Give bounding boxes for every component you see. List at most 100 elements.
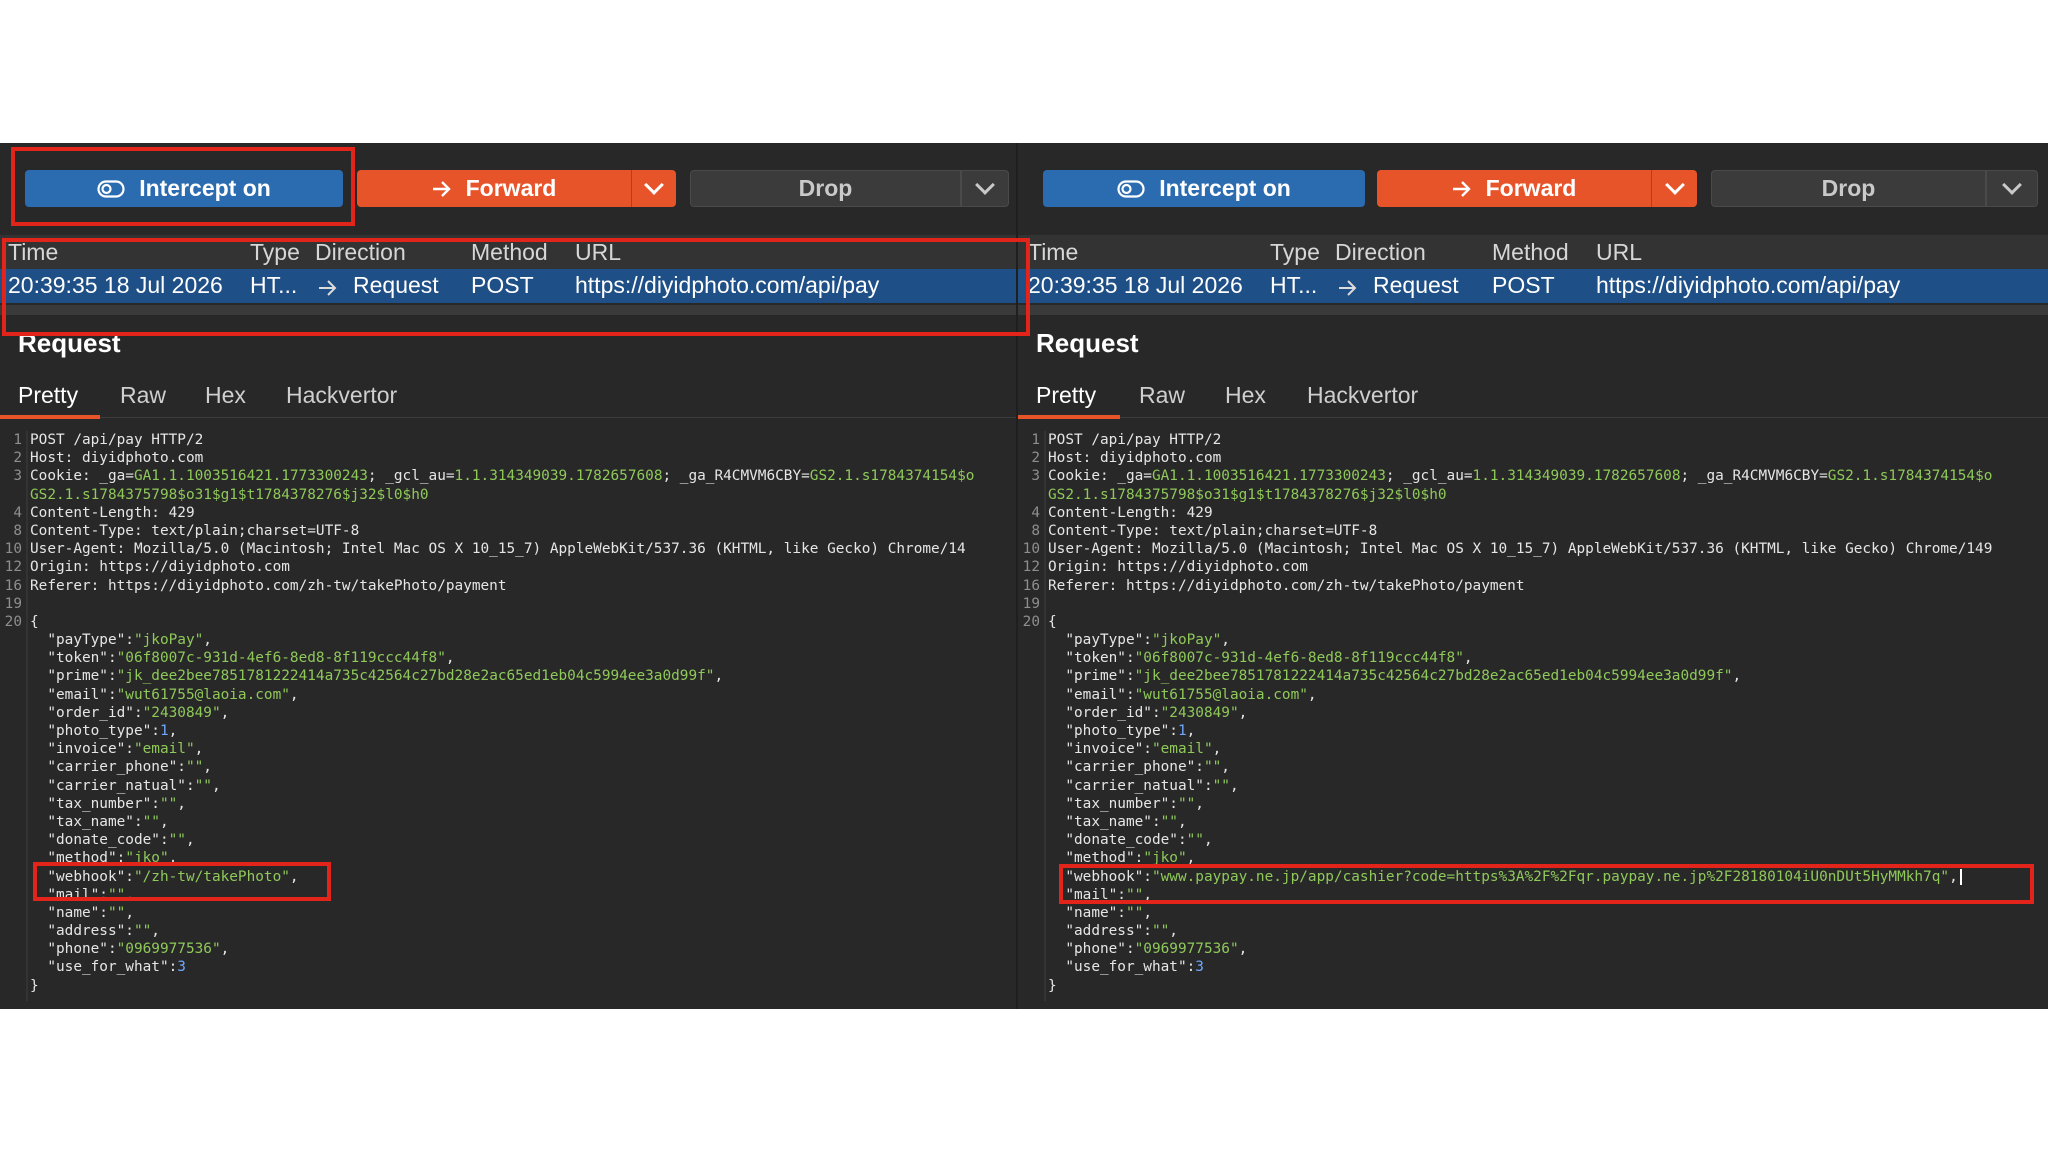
line-content: "phone":"0969977536",	[1048, 940, 1247, 958]
code-line: "token":"06f8007c-931d-4ef6-8ed8-8f119cc…	[1018, 649, 2048, 667]
drop-button[interactable]: Drop	[1711, 170, 1986, 207]
tab-hex[interactable]: Hex	[1225, 382, 1266, 409]
column-header-method[interactable]: Method	[1492, 239, 1569, 266]
code-token: "token":	[1048, 650, 1135, 667]
tab-pretty[interactable]: Pretty	[18, 382, 78, 409]
code-line: "photo_type":1,	[1018, 722, 2048, 740]
code-line: "order_id":"2430849",	[0, 704, 1018, 722]
line-content: "address":"",	[1048, 922, 1178, 940]
code-token: Referer: https://diyidphoto.com/zh-tw/ta…	[1048, 577, 1525, 594]
code-token: ,	[1186, 723, 1196, 739]
code-token: ""	[133, 923, 152, 940]
column-header-url[interactable]: URL	[1596, 239, 1642, 266]
line-number: 4	[1031, 504, 1040, 521]
line-content: Host: diyidphoto.com	[30, 449, 203, 467]
code-line: "invoice":"email",	[1018, 740, 2048, 758]
code-token: GA1.1.1003516421.1773300243	[1151, 468, 1386, 485]
horizontal-scrollbar[interactable]	[1018, 305, 2048, 315]
code-line: "address":"",	[1018, 922, 2048, 940]
code-token: ""	[1125, 904, 1144, 921]
tab-hackvertor[interactable]: Hackvertor	[1307, 382, 1418, 409]
code-line: 12 Origin: https://diyidphoto.com	[0, 558, 1018, 576]
line-content: "name":"",	[30, 904, 134, 922]
code-token: 3	[177, 959, 186, 976]
tab-raw[interactable]: Raw	[1139, 382, 1185, 409]
code-line: "address":"",	[0, 922, 1018, 940]
line-content: "photo_type":1,	[1048, 722, 1195, 740]
code-line: 10 User-Agent: Mozilla/5.0 (Macintosh; In…	[1018, 540, 2048, 558]
forward-label: Forward	[465, 175, 557, 201]
code-line: 4 Content-Length: 429	[0, 504, 1018, 522]
line-content: Content-Type: text/plain;charset=UTF-8	[30, 522, 359, 540]
code-token: Origin: https://diyidphoto.com	[1048, 559, 1308, 576]
tab-hex[interactable]: Hex	[205, 382, 246, 409]
line-content: "carrier_natual":"",	[30, 777, 220, 795]
code-token: "order_id":	[30, 704, 143, 721]
code-line: "use_for_what":3	[1018, 958, 2048, 976]
code-token: "jk_dee2bee7851781222414a735c42564c27bd2…	[1134, 668, 1733, 685]
line-content: POST /api/pay HTTP/2	[30, 431, 203, 449]
tab-raw[interactable]: Raw	[120, 382, 166, 409]
code-line: "tax_name":"",	[0, 813, 1018, 831]
column-header-type[interactable]: Type	[1270, 239, 1320, 266]
line-content: {	[1048, 613, 1057, 631]
code-token: "carrier_natual":	[1048, 777, 1213, 794]
forward-label: Forward	[1485, 175, 1577, 201]
line-number: 8	[1031, 522, 1040, 539]
highlight-intercept-button	[11, 147, 355, 226]
line-content: Content-Length: 429	[1048, 504, 1213, 522]
column-header-time[interactable]: Time	[1028, 239, 1078, 266]
column-header-direction[interactable]: Direction	[1335, 239, 1426, 266]
code-token: POST /api/pay HTTP/2	[1048, 432, 1222, 448]
line-content: "email":"wut61755@laoia.com",	[30, 686, 298, 704]
tab-hackvertor[interactable]: Hackvertor	[286, 382, 397, 409]
code-token: 1.1.314349039.1782657608	[1472, 468, 1681, 485]
code-token: GS2.1.s1784375798$o31$g1$t1784378276$j32…	[30, 486, 429, 503]
code-token: ""	[142, 813, 160, 830]
code-token: ,	[1238, 941, 1248, 958]
line-content: "prime":"jk_dee2bee7851781222414a735c425…	[1048, 667, 1741, 685]
code-token: "email"	[1151, 741, 1213, 758]
drop-options-button[interactable]	[1986, 170, 2038, 207]
forward-button[interactable]: Forward	[357, 170, 631, 207]
code-token: "0969977536"	[1134, 941, 1239, 958]
code-token: ,	[1212, 741, 1222, 758]
tab-pretty[interactable]: Pretty	[1036, 382, 1096, 409]
line-number: 3	[1031, 468, 1040, 485]
code-line: 19	[0, 595, 1018, 613]
code-line: GS2.1.s1784375798$o31$g1$t1784378276$j32…	[1018, 486, 2048, 504]
forward-options-button[interactable]	[631, 170, 676, 207]
code-token: "prime":	[30, 668, 117, 685]
line-content: "invoice":"email",	[1048, 740, 1221, 758]
code-token: ,	[1238, 704, 1248, 721]
line-content: Origin: https://diyidphoto.com	[30, 558, 290, 576]
code-token: ,	[151, 923, 160, 940]
eye-toggle-icon	[1117, 179, 1145, 198]
code-line: 8 Content-Type: text/plain;charset=UTF-8	[0, 522, 1018, 540]
chevron-down-icon	[1664, 174, 1685, 195]
code-token: "donate_code":	[30, 832, 169, 849]
code-token: }	[30, 977, 39, 994]
code-token: "wut61755@laoia.com"	[1134, 686, 1308, 703]
code-line: 20 {	[1018, 613, 2048, 631]
line-number: 1	[1031, 432, 1040, 448]
forward-options-button[interactable]	[1651, 170, 1697, 207]
table-row[interactable]: 20:39:35 18 Jul 2026 HT... Request POST …	[1018, 269, 2048, 303]
intercept-toggle-button[interactable]: Intercept on	[1043, 170, 1365, 207]
code-token: ,	[185, 832, 195, 849]
code-token: ,	[1229, 777, 1239, 794]
code-token: Host:	[1048, 450, 1100, 467]
request-editor[interactable]: 1 POST /api/pay HTTP/2 2 Host: diyidphoto.c…	[1018, 431, 2048, 995]
drop-options-button[interactable]	[961, 170, 1009, 207]
line-content: "address":"",	[30, 922, 160, 940]
code-token: "jkoPay"	[1151, 632, 1222, 649]
row-method: POST	[1492, 272, 1555, 298]
code-token: "06f8007c-931d-4ef6-8ed8-8f119ccc44f8"	[1134, 650, 1464, 667]
code-token: GS2.1.s1784374154$o	[1827, 468, 1993, 485]
code-token: ,	[220, 704, 230, 721]
forward-button[interactable]: Forward	[1377, 170, 1651, 207]
drop-button[interactable]: Drop	[690, 170, 961, 207]
request-editor[interactable]: 1 POST /api/pay HTTP/2 2 Host: diyidphoto.c…	[0, 431, 1018, 995]
code-token: Content-Length: 429	[30, 504, 195, 521]
line-content: POST /api/pay HTTP/2	[1048, 431, 1221, 449]
